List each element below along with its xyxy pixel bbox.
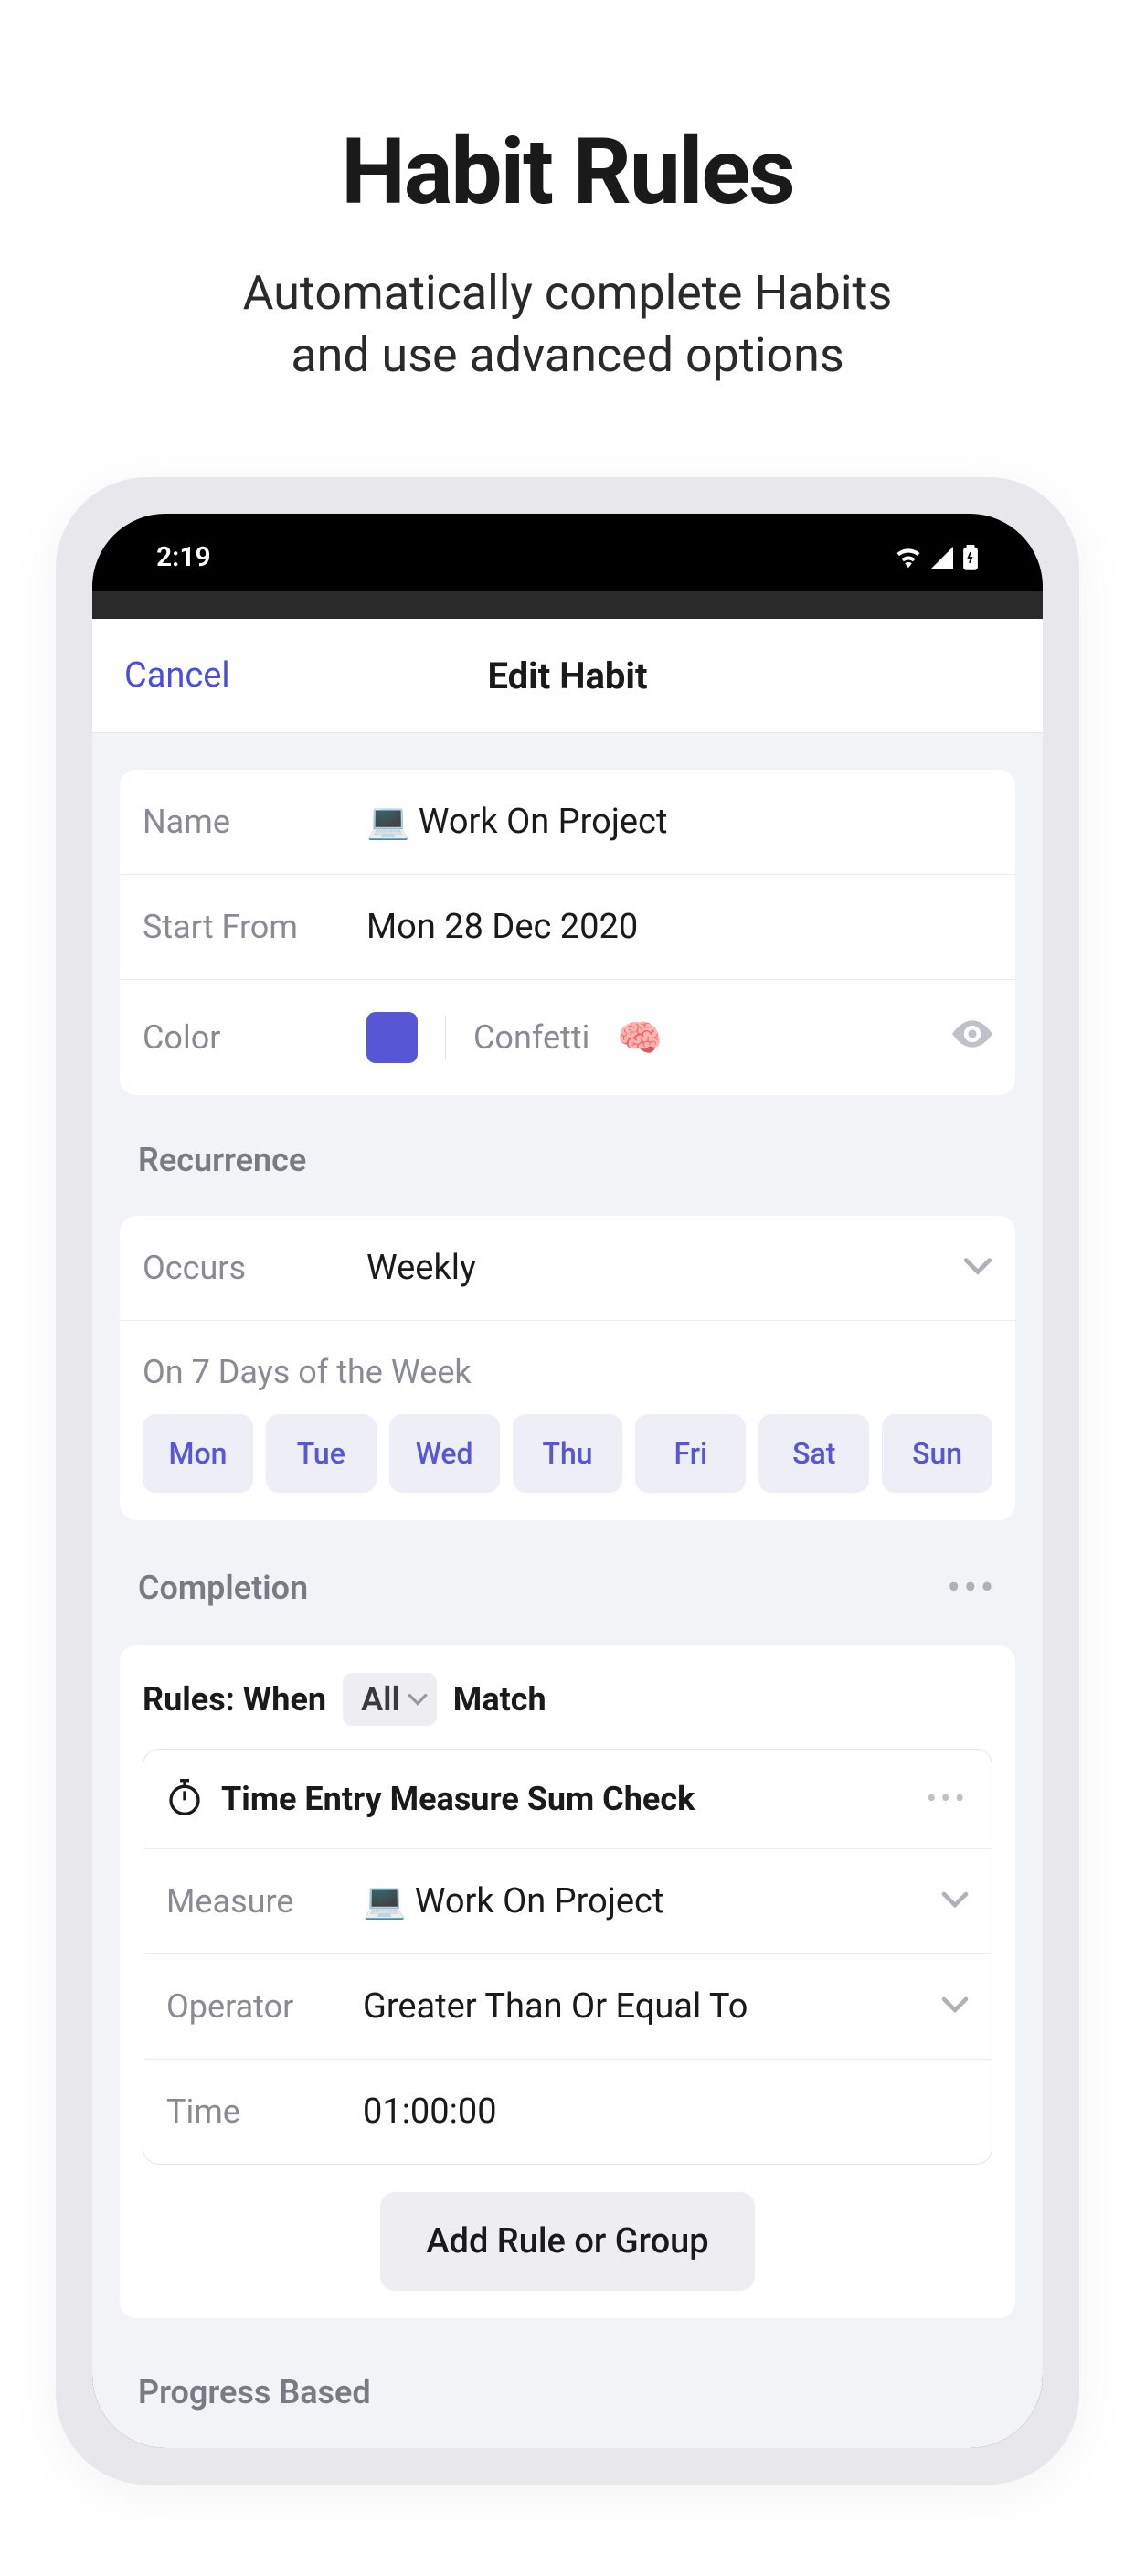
color-row[interactable]: Color Confetti 🧠 [120,980,1015,1095]
status-icons [895,545,979,570]
rule-title: Time Entry Measure Sum Check [221,1780,908,1818]
app-content: Cancel Edit Habit Name 💻 Work On Project… [92,619,1043,2448]
chevron-down-icon [963,1257,992,1279]
occurs-value: Weekly [366,1248,963,1288]
name-label: Name [143,803,366,841]
marketing-subtitle: Automatically complete Habits and use ad… [0,262,1135,386]
chevron-down-icon [941,1891,969,1911]
days-row: Mon Tue Wed Thu Fri Sat Sun [120,1414,1015,1520]
signal-icon [931,547,953,569]
day-fri[interactable]: Fri [635,1414,746,1493]
status-time: 2:19 [156,541,211,573]
start-label: Start From [143,908,366,946]
day-wed[interactable]: Wed [389,1414,500,1493]
recurrence-card: Occurs Weekly On 7 Days of the Week Mon … [120,1216,1015,1520]
day-mon[interactable]: Mon [143,1414,253,1493]
add-rule-button[interactable]: Add Rule or Group [380,2192,754,2291]
operator-label: Operator [166,1987,363,2026]
measure-row[interactable]: Measure 💻 Work On Project [143,1849,992,1954]
more-icon[interactable]: ••• [947,1566,997,1609]
days-label: On 7 Days of the Week [120,1321,1015,1414]
day-tue[interactable]: Tue [266,1414,377,1493]
chevron-down-icon [941,1996,969,2017]
day-sat[interactable]: Sat [758,1414,869,1493]
eye-icon[interactable] [952,1017,992,1058]
rule-card: Time Entry Measure Sum Check ••• Measure… [143,1749,992,2165]
measure-label: Measure [166,1882,363,1921]
time-label: Time [166,2092,363,2131]
day-sun[interactable]: Sun [882,1414,992,1493]
confetti-label: Confetti [473,1018,589,1057]
match-mode-dropdown[interactable]: All [343,1673,437,1726]
color-swatch[interactable] [366,1012,418,1063]
device-frame: 2:19 Cancel Edit Habit Name 💻 Work On Pr… [56,477,1079,2485]
basic-card: Name 💻 Work On Project Start From Mon 28… [120,770,1015,1095]
name-row[interactable]: Name 💻 Work On Project [120,770,1015,875]
wifi-icon [895,547,922,569]
divider [445,1015,446,1060]
color-label: Color [143,1018,366,1057]
operator-row[interactable]: Operator Greater Than Or Equal To [143,1954,992,2060]
day-thu[interactable]: Thu [513,1414,623,1493]
recurrence-header: Recurrence [138,1141,997,1179]
measure-value: 💻 Work On Project [363,1881,941,1921]
rule-more-icon[interactable]: ••• [927,1781,969,1817]
confetti-emoji[interactable]: 🧠 [617,1017,663,1059]
marketing-title: Habit Rules [0,119,1135,226]
chevron-down-icon [408,1693,428,1706]
header-bar: Cancel Edit Habit [92,619,1043,733]
rule-header: Time Entry Measure Sum Check ••• [143,1750,992,1849]
hidden-bar [92,591,1043,619]
match-suffix: Match [453,1680,546,1719]
name-value: 💻 Work On Project [366,802,992,842]
status-bar: 2:19 [92,514,1043,591]
progress-based-header: Progress Based [138,2373,997,2411]
battery-icon [962,545,979,570]
device-screen: 2:19 Cancel Edit Habit Name 💻 Work On Pr… [92,514,1043,2448]
stopwatch-icon [166,1777,203,1821]
completion-header: Completion ••• [138,1566,997,1609]
rules-prefix-text: Rules: When [143,1680,326,1719]
completion-card: Rules: When All Match Time Entry Measure… [120,1645,1015,2318]
start-value: Mon 28 Dec 2020 [366,907,992,947]
time-row[interactable]: Time 01:00:00 [143,2060,992,2164]
time-value: 01:00:00 [363,2092,969,2132]
header-title: Edit Habit [488,655,648,697]
start-from-row[interactable]: Start From Mon 28 Dec 2020 [120,875,1015,980]
occurs-row[interactable]: Occurs Weekly [120,1216,1015,1321]
operator-value: Greater Than Or Equal To [363,1986,941,2027]
occurs-label: Occurs [143,1249,366,1287]
cancel-button[interactable]: Cancel [124,655,230,696]
rules-prefix-row: Rules: When All Match [120,1645,1015,1749]
